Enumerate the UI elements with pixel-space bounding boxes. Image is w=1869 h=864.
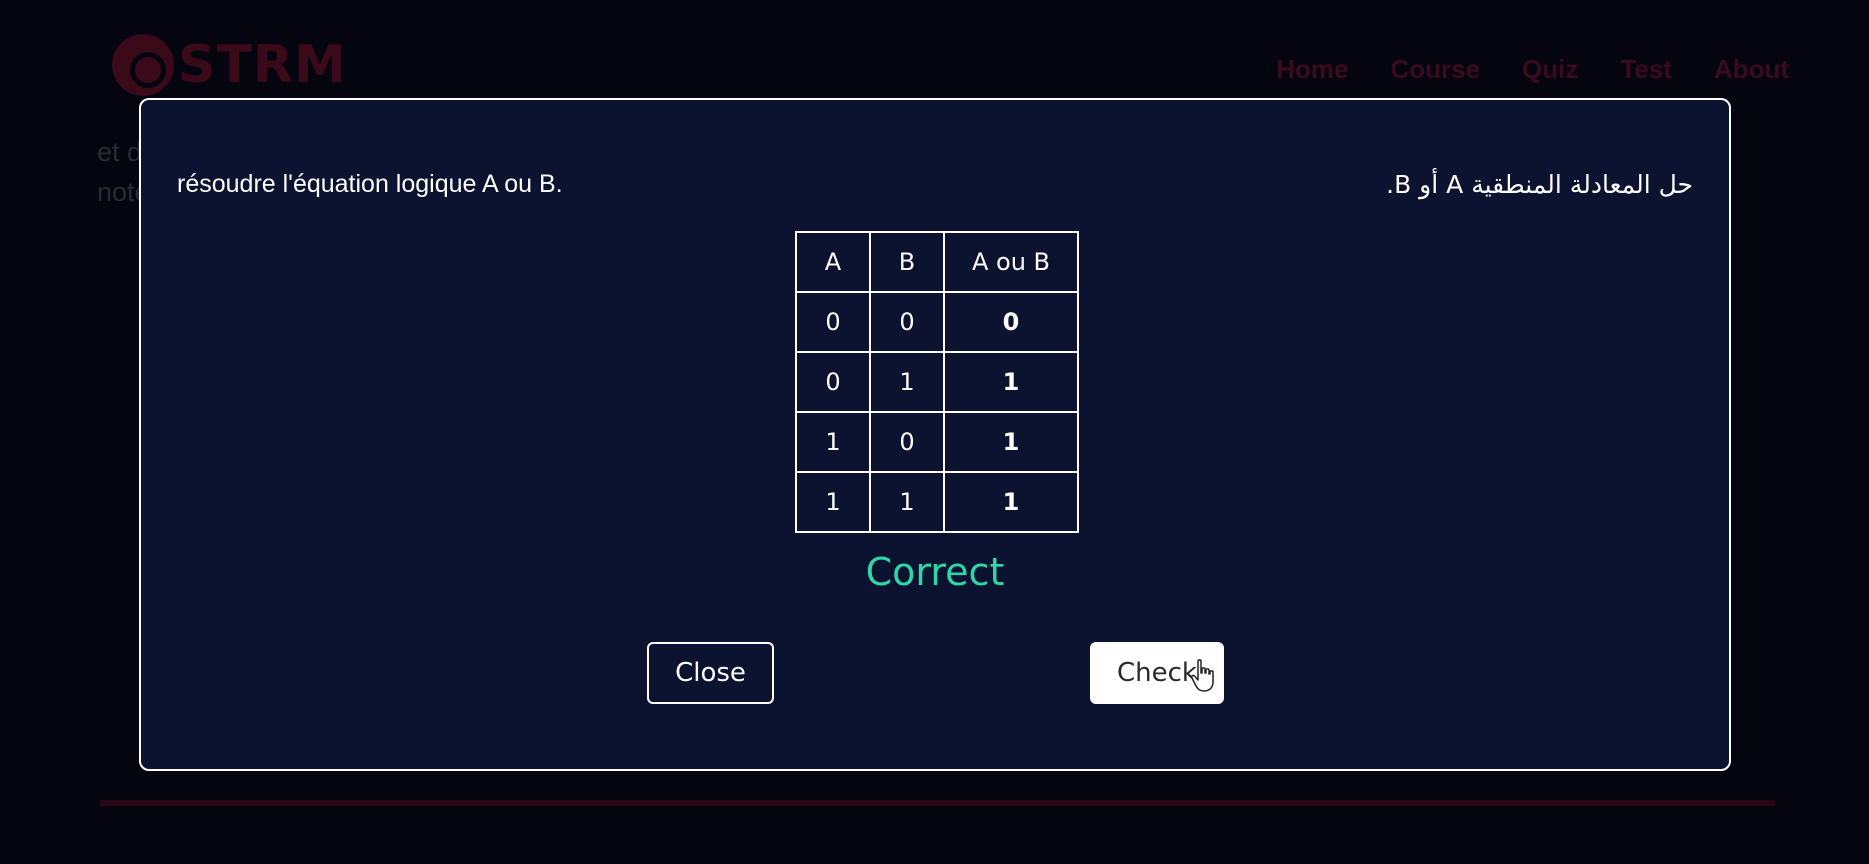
table-cell: 1 xyxy=(869,471,945,533)
nav-course[interactable]: Course xyxy=(1390,54,1480,85)
main-nav: Home Course Quiz Test About xyxy=(1276,54,1789,85)
table-cell: 1 xyxy=(869,351,945,413)
hand-pointer-icon xyxy=(1191,659,1214,692)
table-row: 0 1 1 xyxy=(795,351,1079,413)
table-cell: 0 xyxy=(869,411,945,473)
logo-mark-icon xyxy=(112,34,174,96)
table-cell: 1 xyxy=(795,471,871,533)
question-french: résoudre l'équation logique A ou B. xyxy=(177,170,563,198)
site-logo[interactable]: STRM xyxy=(112,34,347,96)
answer-cell[interactable]: 1 xyxy=(943,411,1079,473)
table-cell: 0 xyxy=(795,291,871,353)
truth-table: A B A ou B 0 0 0 0 1 1 1 0 1 1 1 1 xyxy=(795,231,1079,533)
nav-quiz[interactable]: Quiz xyxy=(1522,54,1578,85)
table-row: 1 0 1 xyxy=(795,411,1079,473)
table-cell: 0 xyxy=(869,291,945,353)
table-header-row: A B A ou B xyxy=(795,231,1079,293)
logo-text: STRM xyxy=(178,35,347,95)
divider xyxy=(100,800,1775,806)
close-button[interactable]: Close xyxy=(647,642,774,704)
quiz-modal: résoudre l'équation logique A ou B. حل ا… xyxy=(139,98,1731,771)
question-arabic: حل المعادلة المنطقية A أو B. xyxy=(1386,170,1693,199)
table-header: A ou B xyxy=(943,231,1079,293)
answer-cell[interactable]: 1 xyxy=(943,471,1079,533)
table-row: 0 0 0 xyxy=(795,291,1079,353)
result-message: Correct xyxy=(865,550,1005,594)
nav-about[interactable]: About xyxy=(1714,54,1789,85)
nav-test[interactable]: Test xyxy=(1620,54,1672,85)
table-header: B xyxy=(869,231,945,293)
table-row: 1 1 1 xyxy=(795,471,1079,533)
table-cell: 1 xyxy=(795,411,871,473)
answer-cell[interactable]: 1 xyxy=(943,351,1079,413)
table-header: A xyxy=(795,231,871,293)
table-cell: 0 xyxy=(795,351,871,413)
nav-home[interactable]: Home xyxy=(1276,54,1348,85)
answer-cell[interactable]: 0 xyxy=(943,291,1079,353)
